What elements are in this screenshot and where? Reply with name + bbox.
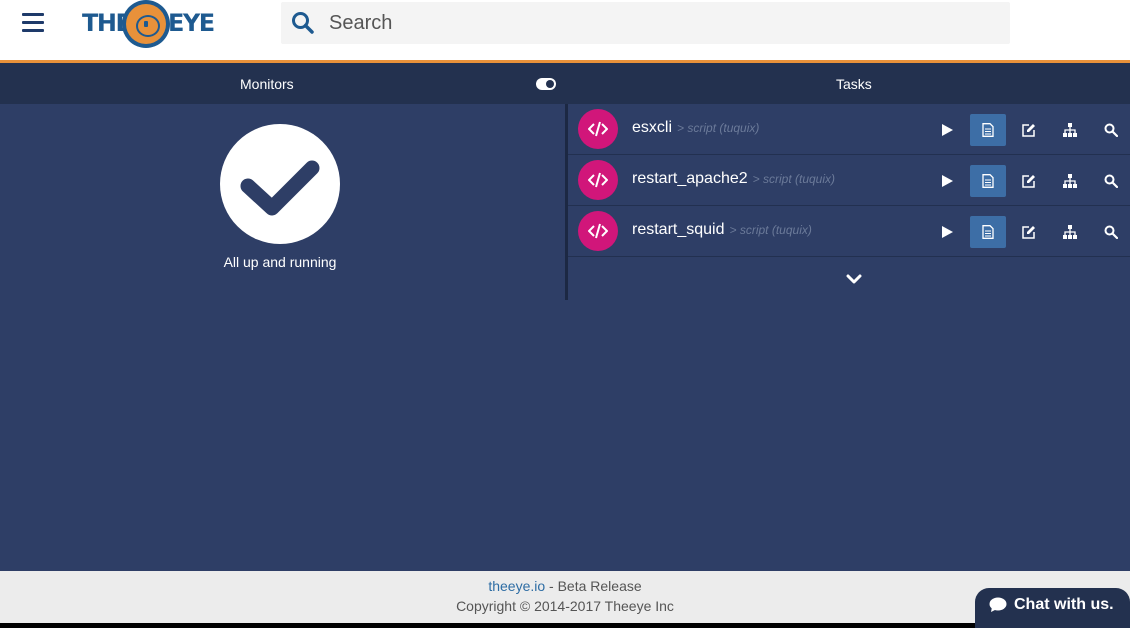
copyright-text: Copyright © 2014-2017 Theeye Inc bbox=[456, 598, 674, 614]
magnifier-icon bbox=[1104, 225, 1118, 239]
monitors-title: Monitors bbox=[240, 76, 294, 92]
play-icon bbox=[942, 124, 953, 136]
chat-label: Chat with us. bbox=[1014, 596, 1114, 613]
hamburger-menu-icon[interactable] bbox=[22, 13, 46, 35]
task-meta: > script (tuquix) bbox=[752, 172, 835, 186]
theeye-link[interactable]: theeye.io bbox=[488, 578, 545, 594]
play-icon bbox=[942, 226, 953, 238]
task-meta: > script (tuquix) bbox=[677, 121, 760, 135]
code-icon bbox=[588, 223, 608, 239]
search-icon bbox=[292, 12, 314, 34]
play-icon bbox=[942, 175, 953, 187]
task-name[interactable]: restart_apache2 > script (tuquix) bbox=[632, 170, 835, 188]
release-label: - Beta Release bbox=[545, 578, 642, 594]
run-task-button[interactable] bbox=[929, 114, 965, 146]
code-icon bbox=[588, 172, 608, 188]
search-bar[interactable] bbox=[281, 2, 1010, 44]
task-type-badge[interactable] bbox=[578, 160, 618, 200]
task-row: restart_apache2 > script (tuquix) bbox=[568, 155, 1130, 206]
task-workflow-button[interactable] bbox=[1052, 165, 1088, 197]
chat-widget-button[interactable]: Chat with us. bbox=[975, 588, 1130, 628]
inspect-task-button[interactable] bbox=[1093, 165, 1129, 197]
edit-task-button[interactable] bbox=[1011, 114, 1047, 146]
checkmark-icon bbox=[240, 160, 320, 216]
document-icon bbox=[982, 225, 994, 239]
chat-bubble-icon bbox=[989, 597, 1007, 612]
task-log-button[interactable] bbox=[970, 216, 1006, 248]
task-workflow-button[interactable] bbox=[1052, 114, 1088, 146]
page-footer: theeye.io - Beta Release Copyright © 201… bbox=[0, 571, 1130, 623]
magnifier-icon bbox=[1104, 123, 1118, 137]
document-icon bbox=[982, 123, 994, 137]
edit-task-button[interactable] bbox=[1011, 216, 1047, 248]
sitemap-icon bbox=[1063, 225, 1077, 239]
task-row: esxcli > script (tuquix) bbox=[568, 104, 1130, 155]
task-type-badge[interactable] bbox=[578, 211, 618, 251]
edit-icon bbox=[1022, 175, 1035, 188]
run-task-button[interactable] bbox=[929, 165, 965, 197]
section-header-bar: Monitors Tasks bbox=[0, 63, 1130, 104]
bottom-edge-bar bbox=[0, 623, 1130, 628]
status-ok-circle bbox=[220, 124, 340, 244]
task-log-button[interactable] bbox=[970, 114, 1006, 146]
monitors-panel: All up and running bbox=[0, 104, 566, 300]
task-meta: > script (tuquix) bbox=[729, 223, 812, 237]
edit-icon bbox=[1022, 124, 1035, 137]
task-name[interactable]: esxcli > script (tuquix) bbox=[632, 119, 759, 137]
tasks-title: Tasks bbox=[836, 76, 872, 92]
search-input[interactable] bbox=[329, 2, 999, 44]
task-log-button[interactable] bbox=[970, 165, 1006, 197]
edit-icon bbox=[1022, 226, 1035, 239]
sitemap-icon bbox=[1063, 123, 1077, 137]
chevron-down-icon[interactable] bbox=[846, 273, 862, 285]
tasks-panel: esxcli > script (tuquix) restart_apache2 >… bbox=[568, 104, 1130, 284]
sitemap-icon bbox=[1063, 174, 1077, 188]
task-name[interactable]: restart_squid > script (tuquix) bbox=[632, 221, 812, 239]
run-task-button[interactable] bbox=[929, 216, 965, 248]
task-row: restart_squid > script (tuquix) bbox=[568, 206, 1130, 257]
app-header: THE EYE bbox=[0, 0, 1130, 60]
magnifier-icon bbox=[1104, 174, 1118, 188]
code-icon bbox=[588, 121, 608, 137]
task-workflow-button[interactable] bbox=[1052, 216, 1088, 248]
toggle-switch[interactable] bbox=[536, 78, 556, 90]
status-message: All up and running bbox=[223, 254, 337, 270]
task-type-badge[interactable] bbox=[578, 109, 618, 149]
inspect-task-button[interactable] bbox=[1093, 114, 1129, 146]
logo-text-eye: EYE bbox=[168, 9, 215, 37]
edit-task-button[interactable] bbox=[1011, 165, 1047, 197]
theeye-logo[interactable]: THE EYE bbox=[82, 0, 215, 48]
document-icon bbox=[982, 174, 994, 188]
inspect-task-button[interactable] bbox=[1093, 216, 1129, 248]
